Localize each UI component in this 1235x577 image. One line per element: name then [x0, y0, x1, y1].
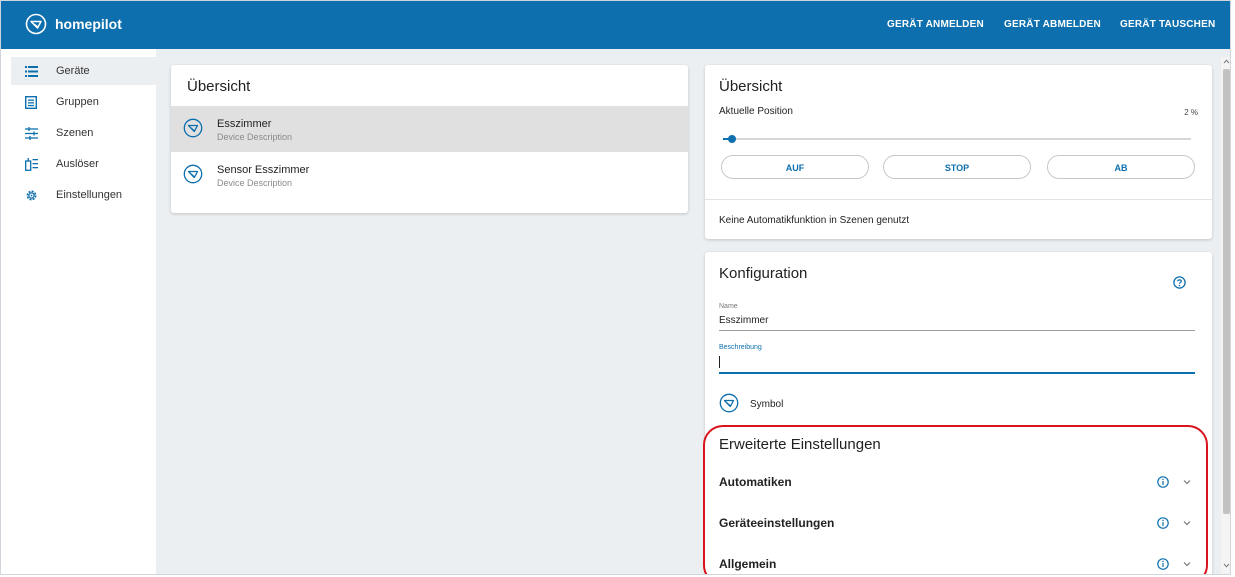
main-content: Übersicht Esszimmer Device Description S… — [156, 49, 1221, 574]
sidebar-item-label: Einstellungen — [56, 189, 123, 201]
scrollbar-thumb[interactable] — [1223, 69, 1230, 514]
description-field-underline — [719, 372, 1195, 374]
sidebar-item-label: Geräte — [56, 65, 90, 77]
shutter-device-icon — [183, 118, 203, 138]
info-icon[interactable] — [1157, 558, 1169, 570]
homepilot-logo-icon — [25, 13, 47, 35]
position-label: Aktuelle Position — [719, 106, 793, 117]
sidebar-item-groups[interactable]: Gruppen — [11, 88, 156, 116]
sidebar-item-label: Szenen — [56, 127, 94, 139]
sidebar-item-label: Auslöser — [56, 158, 99, 170]
device-name: Sensor Esszimmer — [217, 164, 310, 176]
device-description: Device Description — [217, 132, 293, 142]
gear-icon — [24, 188, 38, 202]
sidebar: Geräte Gruppen Szenen Auslöser Einstellu… — [1, 49, 156, 574]
accordion-label: Allgemein — [719, 557, 777, 571]
chevron-down-icon[interactable] — [1183, 479, 1191, 485]
register-device-button[interactable]: GERÄT ANMELDEN — [887, 19, 984, 30]
replace-device-button[interactable]: GERÄT TAUSCHEN — [1120, 19, 1215, 30]
sidebar-item-devices[interactable]: Geräte — [11, 57, 156, 85]
position-value: 2 % — [1184, 108, 1198, 117]
scroll-up-arrow-icon[interactable] — [1223, 59, 1230, 64]
chevron-down-icon[interactable] — [1183, 520, 1191, 526]
text-cursor — [719, 356, 720, 368]
scenes-icon — [24, 126, 38, 140]
accordion-label: Automatiken — [719, 475, 792, 489]
accordion-label: Geräteeinstellungen — [719, 516, 835, 530]
device-description: Device Description — [217, 178, 293, 188]
sidebar-item-scenes[interactable]: Szenen — [11, 119, 156, 147]
sidebar-item-triggers[interactable]: Auslöser — [11, 150, 156, 178]
device-row-sensor-esszimmer[interactable]: Sensor Esszimmer Device Description — [171, 152, 688, 198]
device-list-title: Übersicht — [187, 78, 251, 95]
unregister-device-button[interactable]: GERÄT ABMELDEN — [1004, 19, 1101, 30]
group-icon — [24, 95, 38, 109]
sidebar-item-settings[interactable]: Einstellungen — [11, 181, 156, 209]
accordion-geraeteeinstellungen[interactable]: Geräteeinstellungen — [705, 504, 1212, 544]
advanced-settings-title: Erweiterte Einstellungen — [719, 436, 881, 453]
brand-name: homepilot — [55, 16, 122, 32]
accordion-allgemein[interactable]: Allgemein — [705, 545, 1212, 574]
name-field[interactable]: Esszimmer — [719, 315, 768, 326]
info-icon[interactable] — [1157, 517, 1169, 529]
scroll-down-arrow-icon[interactable] — [1223, 563, 1230, 568]
sensor-device-icon — [183, 164, 203, 184]
scrollbar[interactable] — [1221, 57, 1230, 574]
device-list-card: Übersicht Esszimmer Device Description S… — [171, 65, 688, 213]
sidebar-item-label: Gruppen — [56, 96, 99, 108]
device-name: Esszimmer — [217, 118, 272, 130]
name-field-underline — [719, 330, 1195, 331]
app-window: homepilot GERÄT ANMELDEN GERÄT ABMELDEN … — [0, 0, 1231, 575]
list-icon — [24, 64, 38, 78]
name-field-label: Name — [719, 303, 738, 310]
overview-title: Übersicht — [719, 78, 783, 95]
help-icon[interactable] — [1173, 276, 1186, 289]
automation-note: Keine Automatikfunktion in Szenen genutz… — [719, 215, 910, 226]
description-field[interactable] — [719, 356, 1189, 370]
position-slider-thumb[interactable] — [728, 135, 736, 143]
configuration-title: Konfiguration — [719, 265, 808, 282]
info-icon[interactable] — [1157, 476, 1169, 488]
symbol-icon[interactable] — [719, 393, 739, 413]
overview-card: Übersicht Aktuelle Position 2 % AUF STOP… — [705, 65, 1212, 239]
configuration-card: Konfiguration Name Esszimmer Beschreibun… — [705, 252, 1212, 574]
accordion-automatiken[interactable]: Automatiken — [705, 463, 1212, 503]
symbol-label: Symbol — [750, 399, 784, 410]
device-row-esszimmer[interactable]: Esszimmer Device Description — [171, 106, 688, 152]
trigger-icon — [24, 157, 38, 171]
up-button[interactable]: AUF — [721, 155, 869, 179]
top-bar: homepilot GERÄT ANMELDEN GERÄT ABMELDEN … — [1, 1, 1230, 49]
stop-button[interactable]: STOP — [883, 155, 1031, 179]
description-field-label: Beschreibung — [719, 344, 762, 351]
chevron-down-icon[interactable] — [1183, 561, 1191, 567]
divider — [705, 199, 1212, 200]
position-slider-track[interactable] — [723, 135, 1191, 143]
down-button[interactable]: AB — [1047, 155, 1195, 179]
